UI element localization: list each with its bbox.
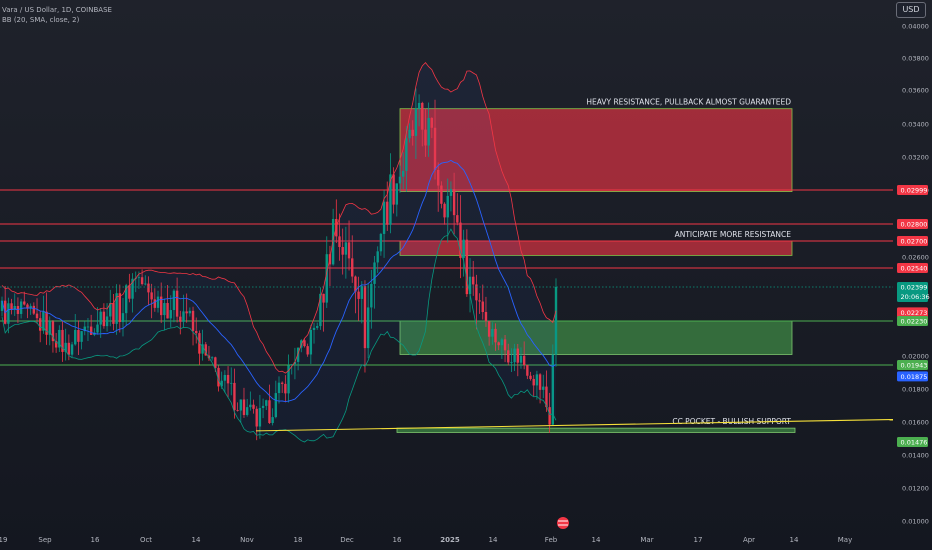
y-tick-label: 0.01000 <box>902 518 929 526</box>
price-label: 0.02800 <box>901 221 928 229</box>
x-tick-label: Dec <box>340 536 354 544</box>
x-tick-label: 17 <box>694 536 703 544</box>
x-tick-label: Sep <box>38 536 52 544</box>
x-tick-label: 14 <box>489 536 498 544</box>
price-label: 0.01943 <box>901 362 928 370</box>
x-tick-label: 2025 <box>440 536 460 544</box>
symbol-legend: Vara / US Dollar, 1D, COINBASE <box>2 6 112 14</box>
x-tick-label: 19 <box>0 536 7 544</box>
y-tick-label: 0.03200 <box>902 154 929 162</box>
price-label: 0.02999 <box>901 187 928 195</box>
price-label: 0.02700 <box>901 238 928 246</box>
countdown-label: 20:06:36 <box>901 293 930 301</box>
x-tick-label: 16 <box>393 536 402 544</box>
event-marker-icon[interactable] <box>557 517 569 529</box>
x-tick-label: Apr <box>743 536 755 544</box>
y-tick-label: 0.02600 <box>902 254 929 262</box>
x-tick-label: 14 <box>192 536 201 544</box>
bb-fill <box>2 62 556 442</box>
y-tick-label: 0.02000 <box>902 353 929 361</box>
x-tick-label: Mar <box>640 536 653 544</box>
zone-support-thin[interactable] <box>396 427 796 433</box>
y-tick-label: 0.01200 <box>902 485 929 493</box>
price-label: 0.02399 <box>901 284 928 292</box>
y-tick-label: 0.01800 <box>902 386 929 394</box>
y-tick-label: 0.01400 <box>902 452 929 460</box>
price-label: 0.02230 <box>901 318 928 326</box>
y-tick-label: 0.04000 <box>902 23 929 31</box>
x-tick-label: Oct <box>140 536 152 544</box>
price-chart[interactable]: 19 Sep 16 Oct 14 Nov 18 Dec 16 2025 14 Feb 14 Mar 17 Ap… <box>0 0 932 550</box>
x-tick-label: 14 <box>790 536 799 544</box>
y-tick-label: 0.03800 <box>902 55 929 63</box>
chart-area[interactable]: 19 Sep 16 Oct 14 Nov 18 Dec 16 2025 14 Feb 14 Mar 17 Ap… <box>0 0 932 550</box>
zone-support[interactable] <box>399 320 793 355</box>
x-tick-label: Feb <box>545 536 558 544</box>
y-tick-label: 0.03600 <box>902 87 929 95</box>
x-tick-label: May <box>838 536 852 544</box>
currency-button[interactable]: USD <box>896 2 926 18</box>
price-label: 0.01476 <box>901 439 928 447</box>
zone-label: ANTICIPATE MORE RESISTANCE <box>675 230 792 239</box>
x-tick-label: Nov <box>240 536 254 544</box>
x-tick-label: 16 <box>91 536 100 544</box>
price-label: 0.02273 <box>901 309 928 317</box>
price-label: 0.01875 <box>901 373 928 381</box>
x-tick-label: 18 <box>294 536 303 544</box>
price-label: 0.02540 <box>901 265 928 273</box>
x-tick-label: 14 <box>592 536 601 544</box>
zone-label: HEAVY RESISTANCE, PULLBACK ALMOST GUARAN… <box>586 98 791 107</box>
y-tick-label: 0.03400 <box>902 121 929 129</box>
y-tick-label: 0.01600 <box>902 419 929 427</box>
indicator-legend: BB (20, SMA, close, 2) <box>2 16 80 24</box>
